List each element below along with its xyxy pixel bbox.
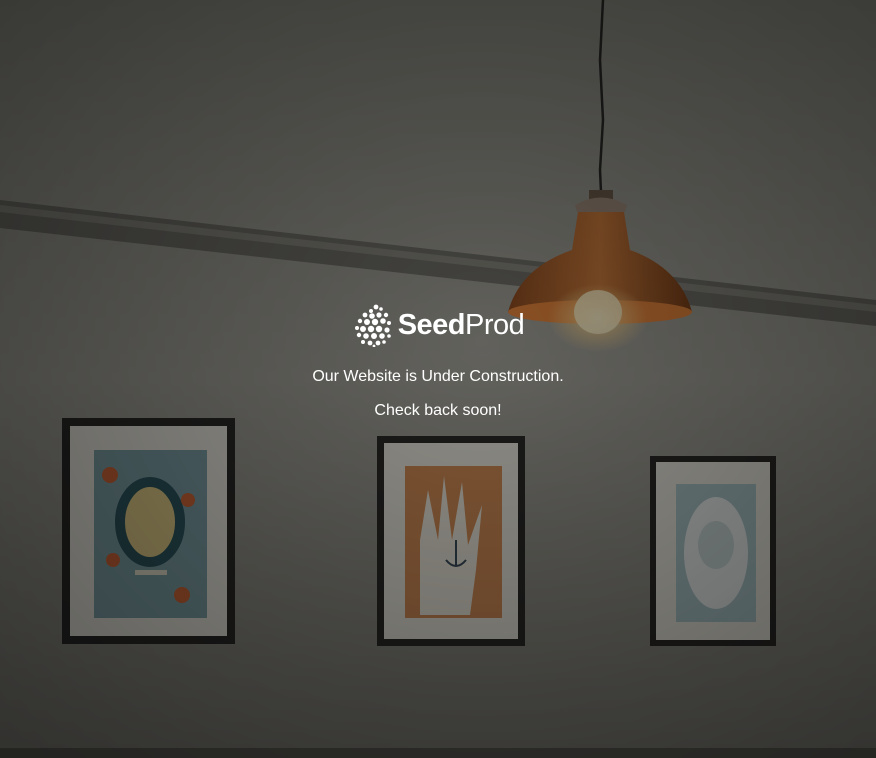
seedprod-wordmark: SeedProd (398, 309, 525, 342)
coming-soon-page: SeedProd Our Website is Under Constructi… (0, 0, 876, 758)
headline-text: Our Website is Under Construction. (312, 368, 564, 385)
seedprod-logo: SeedProd (352, 300, 525, 350)
subline-text: Check back soon! (374, 402, 502, 419)
wordmark-bold: Seed (397, 308, 466, 341)
seedprod-seed-icon (354, 304, 391, 347)
coming-soon-content: SeedProd Our Website is Under Constructi… (0, 300, 876, 422)
wordmark-light: Prod (465, 308, 525, 341)
